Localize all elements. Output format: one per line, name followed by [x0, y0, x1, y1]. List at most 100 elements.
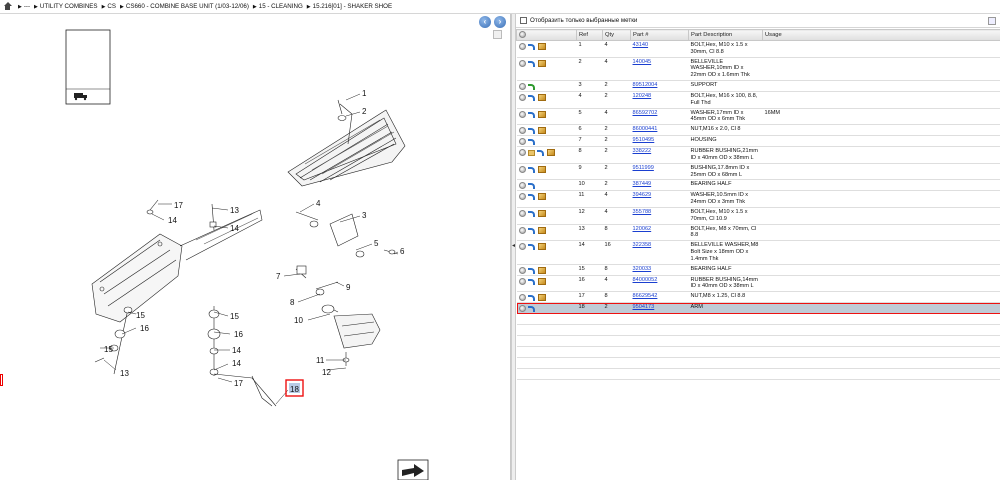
- select-circle-icon[interactable]: [518, 266, 526, 274]
- part-number-link[interactable]: 43140: [633, 42, 649, 48]
- breadcrumb-item[interactable]: ▶ UTILITY COMBINES: [32, 3, 98, 10]
- select-circle-icon[interactable]: [518, 43, 526, 50]
- part-number-link[interactable]: 9510495: [633, 137, 655, 143]
- part-number-link[interactable]: 89512004: [633, 82, 658, 88]
- breadcrumb-item[interactable]: ▶ CS: [100, 3, 116, 10]
- replace-arrow-icon[interactable]: [527, 267, 536, 274]
- package-icon[interactable]: [537, 93, 546, 101]
- part-number-link[interactable]: 9504173: [633, 304, 655, 310]
- table-row[interactable]: 5 4 86592702 WASHER,17mm ID x 45mm OD x 6mm…: [516, 108, 1000, 126]
- select-circle-icon[interactable]: [518, 93, 526, 101]
- part-number-link[interactable]: 86592702: [633, 110, 658, 116]
- table-row[interactable]: 6 2 86000441 NUT,M16 x 2.0, Cl 8: [516, 124, 1000, 137]
- select-circle-icon[interactable]: [518, 243, 526, 251]
- part-number-link[interactable]: 9511999: [633, 165, 654, 171]
- package-icon[interactable]: [537, 110, 546, 118]
- select-circle-icon[interactable]: [518, 294, 526, 302]
- package-icon[interactable]: [537, 294, 546, 302]
- replace-arrow-icon[interactable]: [527, 127, 536, 135]
- package-icon[interactable]: [537, 59, 546, 67]
- folder-icon[interactable]: [527, 149, 535, 156]
- replace-arrow-icon[interactable]: [527, 294, 536, 302]
- table-row[interactable]: 14 16 322358 BELLEVILLE WASHER,M8 Bolt Size…: [516, 240, 1000, 265]
- breadcrumb-item[interactable]: ▶ 15 - CLEANING: [251, 3, 303, 10]
- table-row[interactable]: 17 8 86629542 NUT,M8 x 1.25, Cl 8.8: [516, 291, 1000, 304]
- settings-circle-icon[interactable]: [519, 30, 526, 38]
- replace-arrow-icon[interactable]: [527, 94, 536, 101]
- select-circle-icon[interactable]: [518, 193, 526, 201]
- breadcrumb-label[interactable]: UTILITY COMBINES: [40, 3, 98, 10]
- part-number-link[interactable]: 338222: [633, 148, 652, 154]
- package-icon[interactable]: [537, 127, 546, 135]
- part-number-link[interactable]: 320033: [633, 266, 652, 272]
- select-circle-icon[interactable]: [518, 277, 526, 285]
- select-circle-icon[interactable]: [518, 209, 526, 217]
- select-circle-icon[interactable]: [518, 110, 526, 118]
- part-number-link[interactable]: 120062: [633, 226, 652, 232]
- table-row[interactable]: 4 2 120248 BOLT,Hex, M16 x 100, 8.8, Full T…: [516, 91, 1000, 109]
- table-row[interactable]: 3 2 89512004 SUPPORT: [516, 80, 1000, 92]
- part-number-link[interactable]: 140045: [633, 59, 652, 65]
- select-circle-icon[interactable]: [518, 82, 526, 90]
- table-row[interactable]: 1 4 43140 BOLT,Hex, M10 x 1.5 x 30mm, Cl 8.…: [516, 40, 1000, 58]
- select-circle-icon[interactable]: [518, 182, 526, 190]
- green-arrow-icon[interactable]: [527, 83, 536, 90]
- table-row[interactable]: 16 4 84000052 RUBBER BUSHING,14mm ID x 40mm…: [516, 275, 1000, 293]
- package-icon[interactable]: [537, 277, 546, 285]
- col-usage[interactable]: Usage: [762, 29, 1000, 41]
- table-row[interactable]: 2 4 140045 BELLEVILLE WASHER,10mm ID x 22mm…: [516, 57, 1000, 81]
- part-number-link[interactable]: 355788: [633, 209, 652, 215]
- package-icon[interactable]: [537, 266, 546, 274]
- package-icon[interactable]: [537, 193, 546, 201]
- part-number-link[interactable]: 394629: [633, 192, 652, 198]
- table-row[interactable]: 13 8 120062 BOLT,Hex, M8 x 70mm, Cl 8.8: [516, 224, 1000, 242]
- chevron-left-icon[interactable]: ◂: [512, 241, 515, 251]
- part-number-link[interactable]: 84000052: [633, 277, 658, 283]
- replace-arrow-icon[interactable]: [527, 210, 536, 217]
- select-all-header[interactable]: [516, 29, 577, 41]
- col-ref[interactable]: Ref: [576, 29, 603, 41]
- breadcrumb-label[interactable]: 15 - CLEANING: [259, 3, 303, 10]
- table-row[interactable]: 9 2 9511999 BUSHING,17.8mm ID x 25mm OD x 6…: [516, 163, 1000, 181]
- show-selected-checkbox[interactable]: [520, 17, 527, 24]
- package-icon[interactable]: [537, 165, 546, 173]
- table-row[interactable]: 8 2 338222 RUBBER BUSHING,21mm ID x 40mm OD…: [516, 146, 1000, 164]
- replace-arrow-icon[interactable]: [527, 182, 536, 190]
- table-row[interactable]: 10 2 387449 BEARING HALF: [516, 179, 1000, 192]
- col-qty[interactable]: Qty: [602, 29, 631, 41]
- part-number-link[interactable]: 322358: [633, 242, 652, 248]
- package-icon[interactable]: [537, 243, 546, 251]
- select-circle-icon[interactable]: [518, 226, 526, 234]
- home-icon[interactable]: [3, 2, 12, 11]
- table-row[interactable]: 11 4 394629 WASHER,10.5mm ID x 24mm OD x 3m…: [516, 190, 1000, 208]
- breadcrumb-item[interactable]: ▶ ---: [16, 3, 30, 10]
- part-number-link[interactable]: 86000441: [633, 126, 658, 132]
- part-number-link[interactable]: 120248: [633, 93, 652, 99]
- package-icon[interactable]: [537, 209, 546, 217]
- breadcrumb-item[interactable]: ▶ CS660 - COMBINE BASE UNIT (1/03-12/06): [118, 3, 249, 10]
- col-part[interactable]: Part #: [630, 29, 689, 41]
- replace-arrow-icon[interactable]: [527, 305, 536, 313]
- breadcrumb-label[interactable]: CS: [107, 3, 116, 10]
- col-desc[interactable]: Part Description: [688, 29, 763, 41]
- package-icon[interactable]: [546, 149, 555, 157]
- select-circle-icon[interactable]: [518, 165, 526, 173]
- replace-arrow-icon[interactable]: [527, 111, 536, 118]
- select-circle-icon[interactable]: [518, 127, 526, 135]
- table-row[interactable]: 7 2 9510495 HOUSING: [516, 135, 1000, 148]
- breadcrumb-label[interactable]: ---: [24, 3, 30, 10]
- table-row[interactable]: 12 4 355788 BOLT,Hex, M10 x 1.5 x 70mm, Cl …: [516, 207, 1000, 225]
- grid-view-icon[interactable]: [988, 17, 996, 25]
- replace-arrow-icon[interactable]: [527, 278, 536, 285]
- replace-arrow-icon[interactable]: [527, 43, 536, 50]
- select-circle-icon[interactable]: [518, 59, 526, 67]
- replace-arrow-icon[interactable]: [527, 166, 536, 173]
- replace-arrow-icon[interactable]: [527, 243, 536, 251]
- breadcrumb-label[interactable]: CS660 - COMBINE BASE UNIT (1/03-12/06): [126, 3, 249, 10]
- select-circle-icon[interactable]: [518, 138, 526, 146]
- package-icon[interactable]: [537, 43, 546, 50]
- replace-arrow-icon[interactable]: [527, 60, 536, 67]
- package-icon[interactable]: [537, 226, 546, 234]
- table-row[interactable]: 18 2 9504173 ARM: [516, 302, 1000, 315]
- part-number-link[interactable]: 387449: [633, 181, 652, 187]
